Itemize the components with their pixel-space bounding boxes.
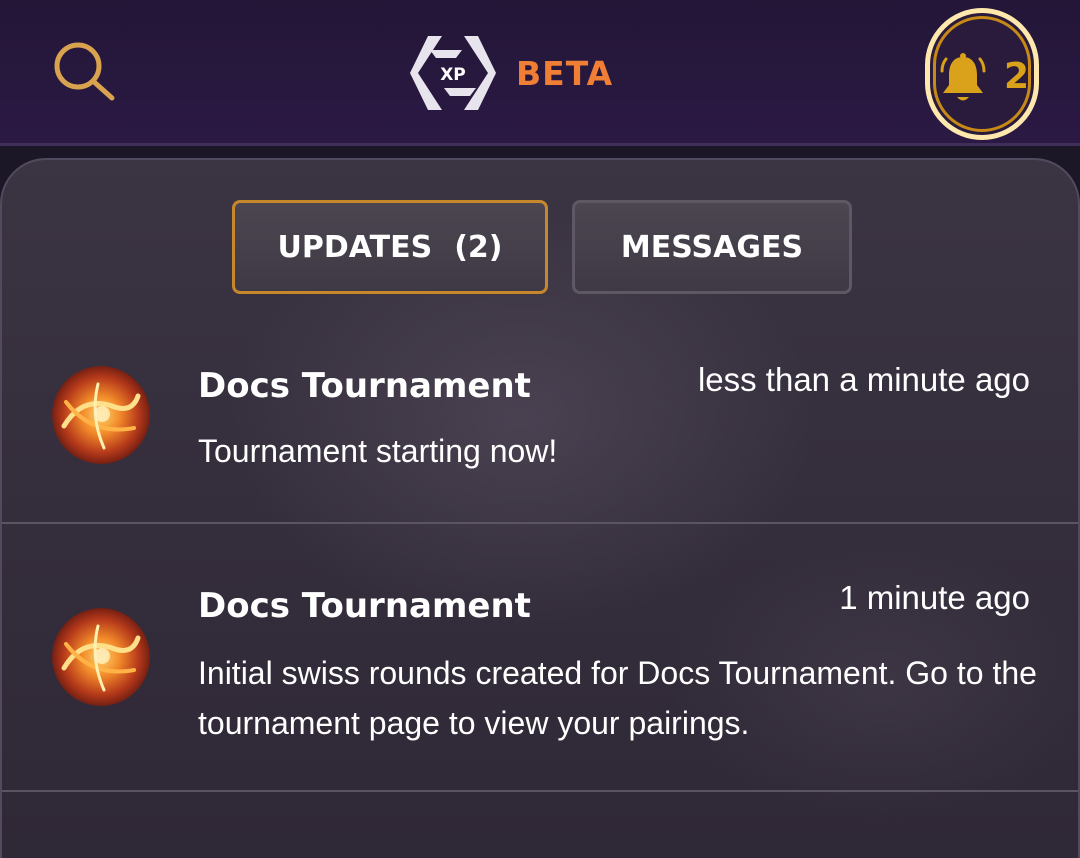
fire-avatar bbox=[52, 608, 150, 706]
tab-messages[interactable]: MESSAGES bbox=[572, 200, 852, 294]
beta-label: BETA bbox=[516, 54, 614, 93]
notifications-panel: UPDATES (2) MESSAGES Docs Tournament les… bbox=[0, 158, 1080, 858]
notifications-button[interactable]: 2 bbox=[925, 8, 1039, 140]
fire-avatar bbox=[52, 366, 150, 464]
notification-title: Docs Tournament bbox=[198, 586, 531, 626]
notification-body: Initial swiss rounds created for Docs To… bbox=[198, 655, 1037, 741]
logo-text: XP bbox=[440, 65, 466, 85]
top-bar: XP BETA 2 bbox=[0, 0, 1080, 146]
notification-body: Tournament starting now! bbox=[198, 433, 558, 469]
notification-time: 1 minute ago bbox=[839, 579, 1030, 616]
notification-count: 2 bbox=[1004, 56, 1030, 97]
notification-time: less than a minute ago bbox=[697, 361, 1030, 398]
search-icon bbox=[54, 42, 115, 101]
tab-messages-label: MESSAGES bbox=[620, 230, 804, 265]
bell-icon bbox=[940, 53, 986, 101]
search-button[interactable] bbox=[50, 38, 118, 106]
notification-item[interactable]: Docs Tournament less than a minute ago T… bbox=[2, 340, 1078, 524]
notification-item[interactable]: Docs Tournament 1 minute ago Initial swi… bbox=[2, 526, 1078, 792]
xp-logo[interactable]: XP bbox=[408, 32, 498, 114]
notification-title: Docs Tournament bbox=[198, 366, 531, 406]
tab-updates[interactable]: UPDATES (2) bbox=[232, 200, 548, 294]
tab-updates-label: UPDATES bbox=[277, 230, 433, 265]
tab-updates-count: (2) bbox=[454, 230, 503, 265]
